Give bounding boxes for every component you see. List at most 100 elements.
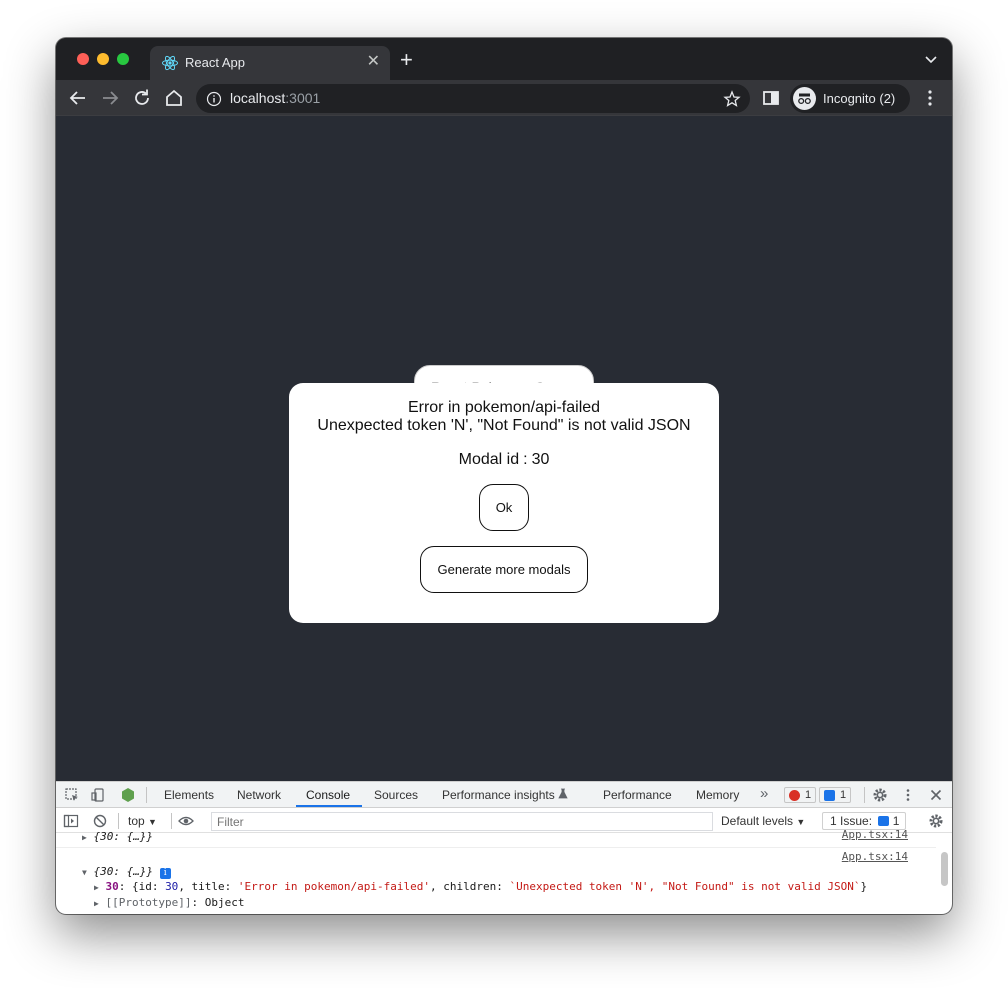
device-toolbar-icon[interactable] [90,787,106,803]
new-tab-button[interactable]: + [400,49,413,71]
context-dropdown-icon: ▼ [148,817,157,827]
context-selector[interactable]: top ▼ [128,814,157,828]
tab-performance[interactable]: Performance [603,788,672,802]
collapse-triangle-icon[interactable]: ▼ [82,868,87,877]
modal-id-value: 30 [531,451,550,468]
more-tabs-chevron-icon[interactable]: » [760,785,768,802]
console-filter-input[interactable] [211,812,713,831]
close-window-button[interactable] [77,53,89,65]
entry-close: } [860,880,868,893]
log-levels-dropdown[interactable]: Default levels ▼ [721,814,805,828]
url-port: :3001 [285,90,321,106]
entry-open: : {id: [118,880,166,893]
prototype-key: [[Prototype]] [105,896,192,909]
browser-tab[interactable]: React App ✕ [150,46,390,80]
error-count: 1 [805,789,812,801]
incognito-profile-button[interactable]: Incognito (2) [790,84,910,113]
node-js-icon[interactable] [120,787,136,803]
browser-menu-icon[interactable] [918,86,942,110]
page-viewport: React Pokemon Query Error in pokemon/api… [56,117,952,781]
console-divider [56,847,936,848]
url-text: localhost:3001 [230,90,320,106]
tab-network[interactable]: Network [237,788,281,802]
toolbar-divider [118,813,119,829]
log-levels-dropdown-icon: ▼ [796,817,806,827]
entry-id-value: 30 [165,880,179,893]
console-output: ▶ {30: {…}} App.tsx:14 App.tsx:14 ▼ {30:… [56,828,952,914]
info-icon[interactable]: i [159,868,171,879]
toolbar-divider [171,813,172,829]
message-count: 1 [840,789,847,801]
close-devtools-icon[interactable] [928,787,944,803]
toolbar-divider [864,787,865,803]
close-tab-icon[interactable]: ✕ [367,52,380,72]
entry-children-key: , children: [429,880,510,893]
entry-key: 30 [105,880,119,893]
minimize-window-button[interactable] [97,53,109,65]
devtools-tab-bar: Elements Network Console Sources Perform… [56,782,952,808]
modal-message: Unexpected token 'N', "Not Found" is not… [317,417,691,434]
incognito-icon [793,87,816,110]
forward-arrow-icon[interactable] [98,86,122,110]
toolbar-divider [146,787,147,803]
side-panel-icon[interactable] [759,86,783,110]
tab-performance-insights[interactable]: Performance insights [442,788,568,802]
source-link[interactable]: App.tsx:14 [842,850,908,863]
expand-triangle-icon[interactable]: ▶ [82,833,87,842]
devtools-menu-icon[interactable] [900,787,916,803]
console-settings-gear-icon[interactable] [928,813,944,829]
error-icon [789,790,800,801]
context-label: top [128,814,145,828]
reload-icon[interactable] [130,86,154,110]
settings-gear-icon[interactable] [872,787,888,803]
console-entry-text: {30: {…}} [93,865,154,878]
modal-id-separator: : [523,451,528,468]
inspect-element-icon[interactable] [64,787,80,803]
console-entry-collapsed[interactable]: ▶ {30: {…}} [82,830,153,843]
issue-message-icon [878,816,890,826]
error-count-badge[interactable]: 1 [784,787,817,803]
log-levels-label: Default levels [721,814,794,828]
message-icon [824,790,835,801]
tab-console[interactable]: Console [306,788,350,802]
site-info-icon[interactable] [206,91,222,107]
generate-more-modals-button[interactable]: Generate more modals [420,546,588,593]
console-prototype-entry[interactable]: ▶ [[Prototype]]: Object [94,896,245,909]
react-logo-icon [162,55,178,71]
home-icon[interactable] [162,86,186,110]
console-object-entry[interactable]: ▶ 30: {id: 30, title: 'Error in pokemon/… [94,880,867,893]
entry-children-value: `Unexpected token 'N', "Not Found" is no… [509,880,861,893]
bookmark-star-icon[interactable] [723,90,741,108]
console-scrollbar[interactable] [941,852,948,886]
tab-performance-insights-label: Performance insights [442,788,555,802]
expand-triangle-icon[interactable]: ▶ [94,899,99,908]
tab-sources[interactable]: Sources [374,788,418,802]
error-modal: Error in pokemon/api-failed Unexpected t… [289,383,719,623]
console-filter-bar: top ▼ Default levels ▼ 1 Issue: 1 [56,809,952,833]
modal-id-label: Modal id [458,451,520,468]
tab-elements[interactable]: Elements [164,788,214,802]
tab-title: React App [185,55,245,70]
console-entry-expanded[interactable]: ▼ {30: {…}} i [82,865,171,879]
experiment-flask-icon [558,788,568,799]
url-host: localhost [230,90,286,106]
address-bar[interactable]: localhost:3001 [196,84,750,113]
tab-memory[interactable]: Memory [696,788,739,802]
modal-id: Modal id:30 [289,451,719,469]
message-count-badge[interactable]: 1 [819,787,852,803]
active-tab-indicator [296,805,362,807]
issues-count: 1 [892,814,900,828]
back-arrow-icon[interactable] [66,86,90,110]
maximize-window-button[interactable] [117,53,129,65]
entry-title-value: 'Error in pokemon/api-failed' [237,880,430,893]
expand-triangle-icon[interactable]: ▶ [94,883,99,892]
modal-title: Error in pokemon/api-failed [407,399,601,416]
ok-button[interactable]: Ok [479,484,529,531]
clear-console-icon[interactable] [92,813,108,829]
browser-toolbar: localhost:3001 Incognito (2) [56,80,952,116]
entry-title-key: , title: [178,880,238,893]
live-expression-eye-icon[interactable] [178,813,194,829]
tab-search-chevron-icon[interactable] [924,52,938,66]
source-link[interactable]: App.tsx:14 [842,828,908,841]
sidebar-toggle-icon[interactable] [63,813,79,829]
